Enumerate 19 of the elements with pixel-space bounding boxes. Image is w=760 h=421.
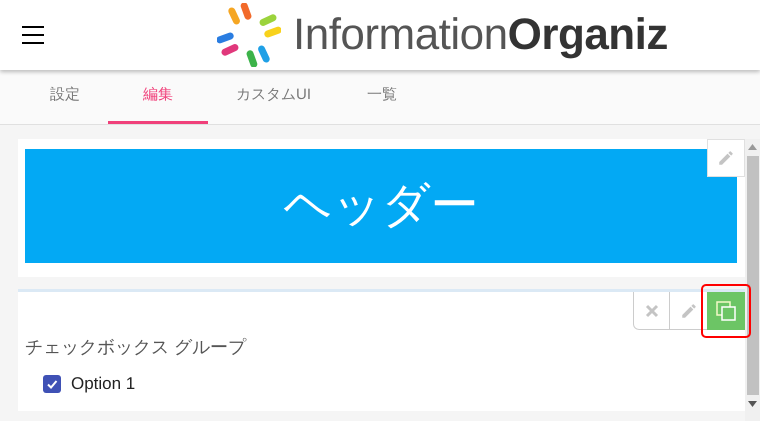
close-icon — [644, 304, 658, 318]
logo-icon — [217, 3, 281, 67]
header-text: ヘッダー — [284, 178, 478, 234]
pencil-icon — [717, 149, 735, 167]
check-icon — [46, 378, 58, 390]
tab[interactable]: カスタムUI — [208, 70, 339, 124]
scroll-down-icon — [748, 401, 757, 407]
pencil-icon — [680, 302, 698, 320]
copy-button[interactable] — [707, 292, 745, 330]
tab[interactable]: 編集 — [108, 70, 208, 124]
option-label: Option 1 — [71, 373, 136, 395]
tab[interactable]: 一覧 — [339, 70, 425, 124]
logo-text: InformationOrganiz — [293, 13, 668, 57]
tab[interactable]: 設定 — [22, 70, 108, 124]
menu-button[interactable] — [22, 26, 44, 44]
group-label: チェックボックス グループ — [25, 336, 248, 359]
checkbox[interactable] — [43, 374, 61, 393]
copy-icon — [715, 300, 737, 322]
scroll-up-icon — [748, 144, 757, 150]
